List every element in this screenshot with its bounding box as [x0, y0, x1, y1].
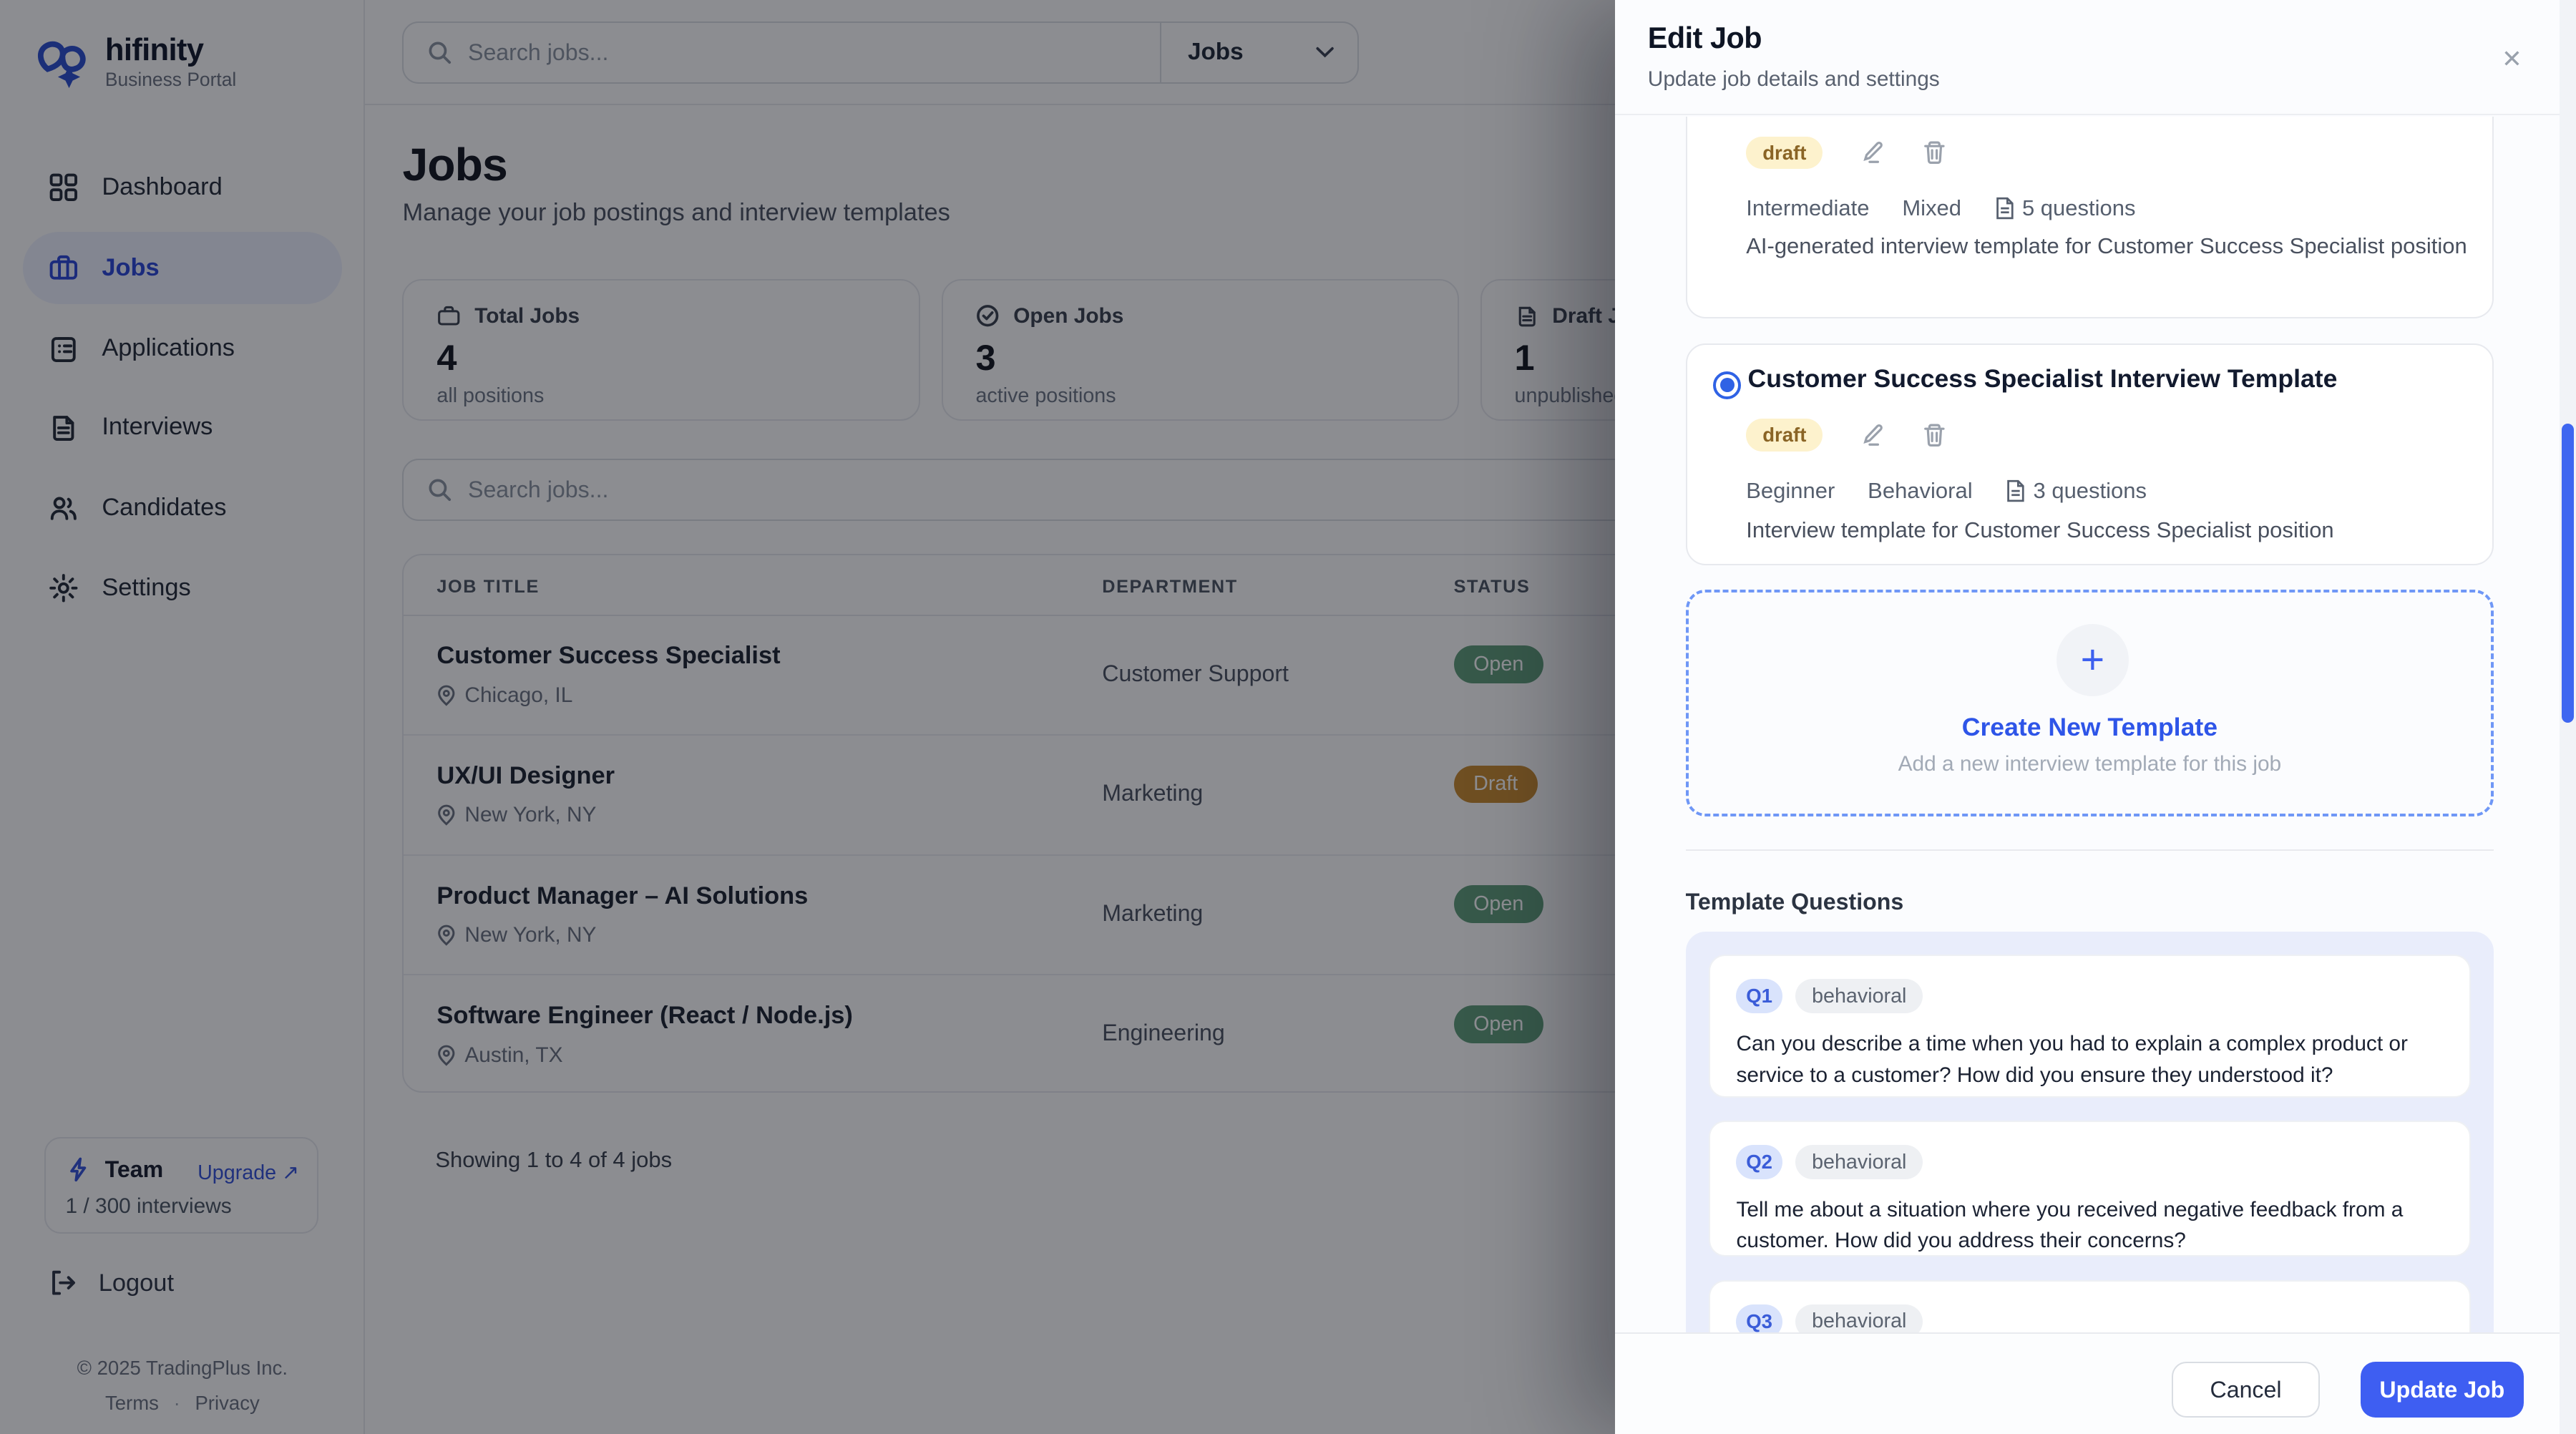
- template-title: Customer Success Specialist Interview Te…: [1748, 364, 2338, 394]
- template-type: Behavioral: [1868, 478, 1972, 504]
- question-number-badge: Q1: [1736, 979, 1782, 1013]
- modal-subtitle: Update job details and settings: [1648, 67, 1940, 92]
- question-tag-badge: behavioral: [1795, 1145, 1923, 1179]
- template-questions-panel: Q1 behavioral Can you describe a time wh…: [1686, 932, 2494, 1332]
- draft-badge: draft: [1746, 419, 1823, 452]
- update-job-button[interactable]: Update Job: [2361, 1362, 2523, 1418]
- plus-icon: +: [2057, 624, 2129, 696]
- edit-icon[interactable]: [1859, 140, 1885, 166]
- question-number-badge: Q2: [1736, 1145, 1782, 1179]
- modal-header: Edit Job Update job details and settings…: [1615, 0, 2576, 115]
- modal-title: Edit Job: [1648, 21, 1762, 55]
- screen: hifinity Business Portal Dashboard Jobs …: [0, 0, 2576, 1434]
- edit-icon[interactable]: [1859, 422, 1885, 449]
- create-new-template-button[interactable]: + Create New Template Add a new intervie…: [1686, 590, 2494, 816]
- question-text: Tell me about a situation where you rece…: [1736, 1194, 2459, 1257]
- template-level: Intermediate: [1746, 195, 1869, 221]
- template-level: Beginner: [1746, 478, 1835, 504]
- file-text-icon: [1994, 197, 2014, 220]
- draft-badge: draft: [1746, 137, 1823, 170]
- template-type: Mixed: [1902, 195, 1961, 221]
- template-description: AI-generated interview template for Cust…: [1746, 228, 2469, 263]
- question-number-badge: Q3: [1736, 1304, 1782, 1332]
- edit-job-modal: Edit Job Update job details and settings…: [1615, 0, 2576, 1434]
- trash-icon[interactable]: [1921, 422, 1948, 449]
- modal-body: draft Intermediate Mixed 5 questions AI-…: [1615, 117, 2560, 1332]
- divider: [1686, 849, 2494, 851]
- template-card-selected[interactable]: Customer Success Specialist Interview Te…: [1686, 343, 2494, 565]
- cancel-button[interactable]: Cancel: [2172, 1362, 2320, 1418]
- modal-scrollbar-thumb[interactable]: [2562, 424, 2573, 723]
- template-card[interactable]: draft Intermediate Mixed 5 questions AI-…: [1686, 117, 2494, 318]
- template-question-count: 5 questions: [2022, 195, 2135, 221]
- trash-icon[interactable]: [1921, 140, 1948, 166]
- question-card: Q2 behavioral Tell me about a situation …: [1709, 1121, 2471, 1257]
- question-text: Can you describe a time when you had to …: [1736, 1028, 2459, 1091]
- template-question-count: 3 questions: [2034, 478, 2147, 504]
- question-card: Q1 behavioral Can you describe a time wh…: [1709, 955, 2471, 1098]
- radio-selected[interactable]: [1713, 371, 1741, 399]
- file-text-icon: [2005, 479, 2025, 502]
- question-card: Q3 behavioral: [1709, 1280, 2471, 1332]
- question-tag-badge: behavioral: [1795, 979, 1923, 1013]
- template-description: Interview template for Customer Success …: [1746, 512, 2469, 547]
- question-tag-badge: behavioral: [1795, 1304, 1923, 1332]
- create-template-title: Create New Template: [1689, 713, 2492, 742]
- modal-footer: Cancel Update Job: [1615, 1332, 2576, 1434]
- close-icon[interactable]: ✕: [2494, 41, 2530, 77]
- create-template-subtitle: Add a new interview template for this jo…: [1689, 752, 2492, 776]
- template-questions-label: Template Questions: [1686, 889, 1904, 915]
